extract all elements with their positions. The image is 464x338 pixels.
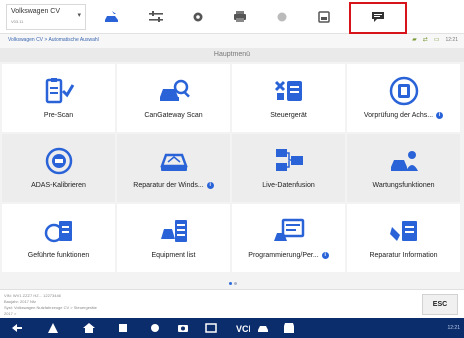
clipboard-check-icon xyxy=(42,76,76,106)
globe-icon xyxy=(151,324,159,332)
gear-button[interactable] xyxy=(186,8,210,26)
car-search-icon xyxy=(157,76,191,106)
store-icon xyxy=(284,323,294,333)
page-dot xyxy=(234,282,237,285)
print-button[interactable] xyxy=(228,8,252,26)
screen-record-button[interactable] xyxy=(204,322,218,334)
vehicle-connect-button[interactable] xyxy=(256,322,270,334)
maintenance-car-icon xyxy=(387,146,421,176)
settings-sliders-button[interactable] xyxy=(144,8,168,26)
save-button[interactable] xyxy=(312,8,336,26)
tile-label: Geführte funktionen xyxy=(27,252,90,259)
tile-label: Steuergerät xyxy=(270,112,307,119)
breadcrumb-bar: Volkswagen CV > Automatische Auswahl ▰ ⇄… xyxy=(0,34,464,48)
data-fusion-icon xyxy=(272,146,306,176)
connection-icon: ⇄ xyxy=(422,37,428,43)
autel-icon xyxy=(48,323,58,333)
top-toolbar: Volkswagen CV V03.11 ▾ xyxy=(0,0,464,34)
printer-icon xyxy=(234,11,246,22)
header-status-text: 12:21 xyxy=(445,36,458,43)
tile-label: Equipment list xyxy=(151,252,196,259)
breadcrumb[interactable]: Volkswagen CV > Automatische Auswahl xyxy=(8,37,99,43)
vci-icon: VCI xyxy=(236,324,250,333)
tile-label: ADAS-Kalibrieren xyxy=(31,182,86,189)
vci-button[interactable]: VCI xyxy=(236,322,250,334)
vehicle-status-bar: VIN: WV1 ZZZ7 HZ... 12273446 Baujahr: 20… xyxy=(0,289,464,318)
tile-adas-kalibrieren[interactable]: ADAS-Kalibrieren xyxy=(2,134,115,202)
tile-label: Programmierung/Per... xyxy=(248,252,319,259)
repair-info-icon xyxy=(387,216,421,246)
recents-icon xyxy=(119,324,127,332)
windshield-car-icon xyxy=(157,146,191,176)
equipment-list-icon xyxy=(157,216,191,246)
page-indicator[interactable] xyxy=(229,282,237,285)
tile-achsvermessung[interactable]: Vorprüfung der Achs... i xyxy=(347,64,460,132)
sliders-icon xyxy=(149,11,163,22)
tile-wartungsfunktionen[interactable]: Wartungsfunktionen xyxy=(347,134,460,202)
car-home-icon xyxy=(105,11,118,22)
back-icon xyxy=(12,324,22,332)
tile-label: Wartungsfunktionen xyxy=(372,182,435,189)
main-menu-grid: Pre-Scan CanGateway Scan Steuergerät Vor… xyxy=(2,64,462,272)
record-icon xyxy=(277,12,287,22)
tile-label: Live-Datenfusion xyxy=(262,182,315,189)
camera-button[interactable] xyxy=(176,322,190,334)
axle-check-icon xyxy=(387,76,421,106)
tile-equipment-list[interactable]: Equipment list xyxy=(117,204,230,272)
status-line: Syst: Volkswagen Nutzfahrzeuge CV > Steu… xyxy=(4,305,97,310)
adas-icon xyxy=(42,146,76,176)
esc-button[interactable]: ESC xyxy=(422,294,458,315)
tile-steuergeraet[interactable]: Steuergerät xyxy=(232,64,345,132)
ecu-list-icon xyxy=(272,76,306,106)
shop-button[interactable] xyxy=(282,322,296,334)
status-line: Baujahr: 2017 Nfz xyxy=(4,299,37,304)
vehicle-name: Volkswagen CV xyxy=(11,8,61,15)
vehicle-version: V03.11 xyxy=(11,19,24,24)
status-line: VIN: WV1 ZZZ7 HZ... 12273446 xyxy=(4,293,61,298)
info-icon[interactable]: i xyxy=(436,112,444,119)
tile-reparatur-information[interactable]: Reparatur Information xyxy=(347,204,460,272)
tile-label: Pre-Scan xyxy=(43,112,74,119)
nav-time: 12:21 xyxy=(447,325,460,331)
programming-icon xyxy=(272,216,306,246)
panel-title: Hauptmenü xyxy=(0,48,464,62)
save-icon xyxy=(318,11,330,23)
tile-label: Vorprüfung der Achs... xyxy=(363,112,434,119)
android-nav-bar: VCI 12:21 xyxy=(0,318,464,338)
home-car-button[interactable] xyxy=(100,8,124,26)
battery-icon: ▭ xyxy=(433,37,440,43)
chevron-down-icon: ▾ xyxy=(77,12,81,19)
gear-icon xyxy=(193,12,203,22)
home-nav-button[interactable] xyxy=(82,322,96,334)
guided-functions-icon xyxy=(42,216,76,246)
tile-windschutzscheibe[interactable]: Reparatur der Winds... i xyxy=(117,134,230,202)
tile-label: Reparatur Information xyxy=(369,252,438,259)
app-screen: Volkswagen CV V03.11 ▾ Volkswagen CV > A… xyxy=(0,0,464,338)
tile-cangateway-scan[interactable]: CanGateway Scan xyxy=(117,64,230,132)
screen-record-icon xyxy=(205,323,217,333)
tile-programmierung[interactable]: Programmierung/Per... i xyxy=(232,204,345,272)
info-icon[interactable]: i xyxy=(321,252,329,259)
browser-button[interactable] xyxy=(148,322,162,334)
info-icon[interactable]: i xyxy=(206,182,214,189)
tile-label: CanGateway Scan xyxy=(144,112,203,119)
svg-text:VCI: VCI xyxy=(236,324,250,333)
home-icon xyxy=(83,323,95,333)
highlight-frame xyxy=(349,2,407,34)
status-line: 2017 > xyxy=(4,311,17,316)
tile-live-datenfusion[interactable]: Live-Datenfusion xyxy=(232,134,345,202)
back-nav-button[interactable] xyxy=(10,322,24,334)
page-dot-active xyxy=(229,282,232,285)
autel-home-button[interactable] xyxy=(46,322,60,334)
recents-nav-button[interactable] xyxy=(116,322,130,334)
tile-gefuehrte-funktionen[interactable]: Geführte funktionen xyxy=(2,204,115,272)
camera-icon xyxy=(178,325,188,332)
signal-icon: ▰ xyxy=(412,37,417,43)
tile-label: Reparatur der Winds... xyxy=(133,182,204,189)
tile-pre-scan[interactable]: Pre-Scan xyxy=(2,64,115,132)
status-icons: ▰ ⇄ ▭ 12:21 xyxy=(412,36,458,44)
vehicle-selector[interactable]: Volkswagen CV V03.11 ▾ xyxy=(6,4,86,30)
record-button[interactable] xyxy=(270,8,294,26)
car-icon xyxy=(258,326,268,332)
